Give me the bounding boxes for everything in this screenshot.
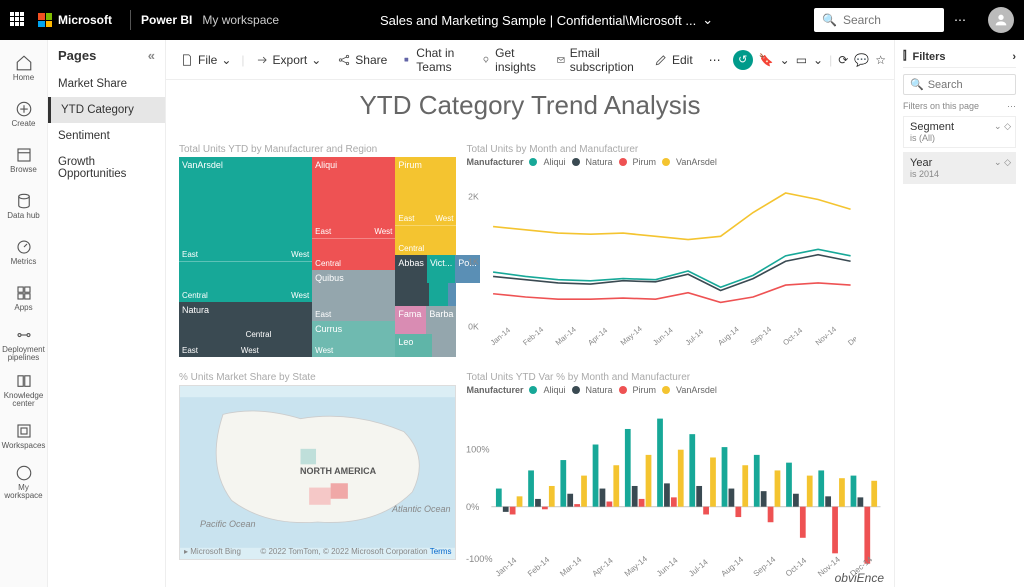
page-tab-ytd-category[interactable]: YTD Category (48, 97, 165, 123)
avatar[interactable] (988, 7, 1014, 33)
workspace-breadcrumb[interactable]: My workspace (202, 13, 279, 27)
svg-text:2K: 2K (469, 192, 480, 202)
svg-text:0K: 0K (469, 322, 480, 332)
expand-filters-icon[interactable]: › (1012, 51, 1016, 63)
svg-text:Jul-14: Jul-14 (688, 557, 711, 578)
file-menu[interactable]: File⌄ (174, 49, 237, 71)
legend: Manufacturer Aliqui Natura Pirum VanArsd… (466, 157, 881, 167)
more-icon[interactable]: ⋯ (954, 13, 968, 27)
share-button[interactable]: Share (331, 49, 393, 71)
report-title: YTD Category Trend Analysis (178, 86, 882, 135)
bar-chart-svg: 0% 100% -100% Jan-14 Feb-14 Mar-14 Apr-1… (466, 395, 881, 585)
svg-text:Feb-14: Feb-14 (526, 555, 552, 579)
nav-browse[interactable]: Browse (2, 138, 46, 182)
export-menu[interactable]: Export⌄ (249, 49, 328, 71)
get-insights-button[interactable]: Get insights (475, 42, 546, 78)
line-chart-svg: 2K 1K 0K Jan-14 Feb-14 Mar-14 Apr-14 May… (466, 167, 856, 362)
app-launcher-icon[interactable] (10, 12, 26, 28)
page-tab-market-share[interactable]: Market Share (48, 71, 165, 97)
product-name[interactable]: Power BI (141, 13, 192, 27)
svg-text:100%: 100% (466, 445, 490, 455)
nav-learn[interactable]: Knowledge center (2, 368, 46, 412)
top-bar: Microsoft Power BI My workspace Sales an… (0, 0, 1024, 40)
favorite-icon[interactable]: ☆ (875, 53, 886, 67)
pages-panel: Pages « Market Share YTD Category Sentim… (48, 40, 166, 587)
svg-text:Oct-14: Oct-14 (782, 326, 805, 348)
refresh-icon[interactable]: ⟳ (838, 53, 848, 67)
nav-metrics[interactable]: Metrics (2, 230, 46, 274)
svg-text:Nov-14: Nov-14 (814, 325, 839, 348)
svg-text:-100%: -100% (466, 554, 493, 564)
search-input[interactable] (843, 13, 933, 27)
filter-more-icon[interactable]: ⋯ (1007, 101, 1016, 112)
viz-treemap[interactable]: Total Units YTD by Manufacturer and Regi… (178, 143, 457, 363)
svg-text:0%: 0% (466, 502, 479, 512)
svg-text:Jul-14: Jul-14 (684, 327, 706, 347)
bookmark-icon[interactable]: 🔖 (759, 53, 774, 67)
filter-icon: ⫿ (903, 50, 907, 63)
page-tab-sentiment[interactable]: Sentiment (48, 123, 165, 149)
svg-text:Apr-14: Apr-14 (587, 326, 610, 348)
nav-datahub[interactable]: Data hub (2, 184, 46, 228)
nav-myworkspace[interactable]: My workspace (2, 460, 46, 504)
nav-workspaces[interactable]: Workspaces (2, 414, 46, 458)
search-icon: 🔍 (910, 78, 924, 91)
svg-text:Sep-14: Sep-14 (749, 325, 774, 348)
nav-pipelines[interactable]: Deployment pipelines (2, 322, 46, 366)
svg-text:Feb-14: Feb-14 (522, 325, 546, 347)
ms-logo: Microsoft (38, 13, 112, 27)
ms-label: Microsoft (58, 13, 112, 27)
svg-text:Jun-14: Jun-14 (652, 325, 676, 347)
chevron-down-icon[interactable]: ⌄ (702, 12, 713, 28)
email-subscription-button[interactable]: Email subscription (550, 42, 644, 78)
svg-text:Mar-14: Mar-14 (554, 325, 578, 347)
reset-button[interactable]: ↺ (733, 50, 753, 70)
svg-text:Aug-14: Aug-14 (717, 325, 742, 348)
filters-panel: ⫿ Filters › 🔍 Filters on this page ⋯ Seg… (894, 40, 1024, 587)
svg-text:Jan-14: Jan-14 (489, 325, 513, 347)
svg-text:Jun-14: Jun-14 (655, 555, 680, 578)
command-bar: File⌄ | Export⌄ Share Chat in Teams Get … (166, 40, 894, 80)
report-breadcrumb[interactable]: Sales and Marketing Sample | Confidentia… (279, 12, 814, 28)
svg-text:Oct-14: Oct-14 (784, 556, 809, 579)
collapse-pages-icon[interactable]: « (148, 48, 155, 63)
viz-barchart[interactable]: Total Units YTD Var % by Month and Manuf… (465, 371, 882, 581)
filter-search[interactable]: 🔍 (903, 74, 1016, 95)
svg-text:Aug-14: Aug-14 (720, 555, 746, 579)
main-area: File⌄ | Export⌄ Share Chat in Teams Get … (166, 40, 894, 587)
svg-text:1K: 1K (469, 257, 480, 267)
svg-text:Jan-14: Jan-14 (494, 555, 519, 578)
report-canvas: YTD Category Trend Analysis Total Units … (166, 80, 894, 587)
filter-segment[interactable]: Segment is (All) ⌄ ◇ (903, 116, 1016, 148)
view-icon[interactable]: ▭ (796, 53, 807, 67)
nav-home[interactable]: Home (2, 46, 46, 90)
nav-apps[interactable]: Apps (2, 276, 46, 320)
chat-teams-button[interactable]: Chat in Teams (397, 42, 471, 78)
footer-brand: obviEnce (835, 571, 884, 585)
svg-text:Sep-14: Sep-14 (752, 555, 778, 579)
viz-map[interactable]: % Units Market Share by State NORTH AMER… (178, 371, 457, 581)
filter-year[interactable]: Year is 2014 ⌄ ◇ (903, 152, 1016, 184)
nav-create[interactable]: Create (2, 92, 46, 136)
comment-icon[interactable]: 💬 (854, 53, 869, 67)
global-search[interactable]: 🔍 (814, 8, 944, 32)
svg-text:Apr-14: Apr-14 (591, 556, 616, 579)
pages-header: Pages (58, 48, 96, 63)
svg-text:May-14: May-14 (619, 324, 644, 347)
svg-text:May-14: May-14 (623, 554, 650, 578)
more-commands-icon[interactable]: ⋯ (703, 53, 729, 67)
edit-button[interactable]: Edit (648, 49, 699, 71)
page-tab-growth[interactable]: Growth Opportunities (48, 149, 165, 187)
search-icon: 🔍 (822, 13, 837, 27)
svg-text:Dec-14: Dec-14 (847, 325, 857, 348)
nav-rail: Home Create Browse Data hub Metrics Apps… (0, 40, 48, 587)
svg-text:Mar-14: Mar-14 (559, 555, 585, 579)
viz-linechart[interactable]: Total Units by Month and Manufacturer Ma… (465, 143, 882, 363)
